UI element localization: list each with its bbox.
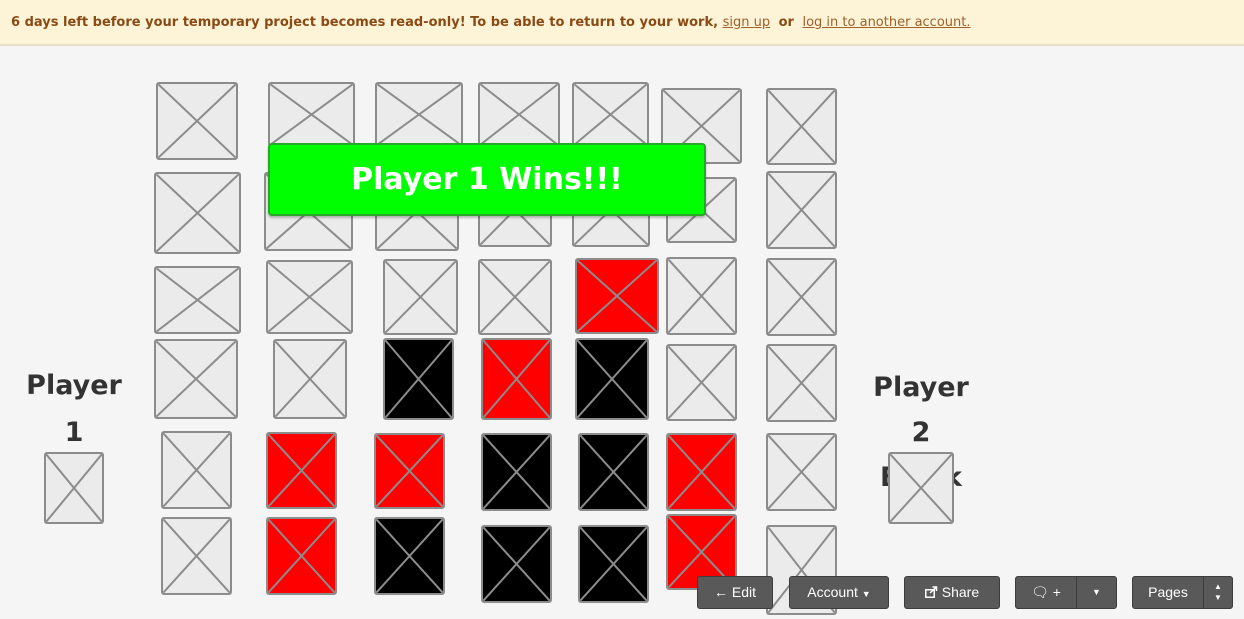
board-cell-r5-c2-red[interactable] [266, 432, 337, 509]
pages-button-group: Pages ▲ ▼ [1132, 576, 1233, 609]
comment-button-group: 🗨 + ▼ [1015, 576, 1117, 609]
board-cell-r1-c5-empty[interactable] [572, 82, 649, 147]
board-cell-r4-c2-empty[interactable] [273, 339, 347, 419]
board-cell-r1-c3-empty[interactable] [375, 82, 463, 147]
banner-or-text: or [778, 15, 794, 30]
chevron-up-icon: ▲ [1214, 582, 1222, 591]
chevron-down-icon: ▼ [1214, 593, 1222, 602]
read-only-warning-banner: 6 days left before your temporary projec… [0, 0, 1244, 46]
share-button-label: Share [941, 584, 980, 600]
board-cell-r3-c2-empty[interactable] [266, 260, 353, 334]
edit-button-label: Edit [731, 584, 756, 600]
caret-down-icon: ▼ [1092, 587, 1101, 597]
pages-button-label: Pages [1148, 584, 1188, 600]
add-comment-button[interactable]: 🗨 + [1016, 577, 1076, 608]
board-cell-r4-c6-empty[interactable] [666, 344, 737, 421]
board-cell-r4-c5-black[interactable] [575, 338, 649, 420]
board-cell-r6-c1-empty[interactable] [161, 517, 232, 595]
pages-stepper[interactable]: ▲ ▼ [1204, 577, 1232, 608]
board-cell-r3-c1-empty[interactable] [154, 266, 241, 334]
board-cell-r1-c4-empty[interactable] [478, 82, 560, 147]
board-cell-r1-c1-empty[interactable] [156, 82, 238, 160]
board-cell-r6-c3-black[interactable] [374, 517, 445, 595]
arrow-left-icon: ← [713, 584, 728, 600]
board-cell-r3-c7-empty[interactable] [766, 258, 837, 336]
board-cell-r1-c2-empty[interactable] [268, 82, 355, 147]
board-cell-r1-c7-empty[interactable] [766, 88, 837, 165]
board-cell-r3-c5-red[interactable] [575, 258, 659, 334]
board-cell-r4-c1-empty[interactable] [154, 339, 238, 419]
board-cell-r2-c1-empty[interactable] [154, 172, 241, 254]
board-cell-r5-c7-empty[interactable] [766, 433, 837, 511]
board-cell-r5-c3-red[interactable] [374, 433, 445, 509]
player2-piece-indicator [888, 452, 954, 524]
player2-name: Player 2 [873, 372, 969, 448]
edit-button[interactable]: ← Edit [697, 576, 773, 609]
board-cell-r4-c3-black[interactable] [383, 338, 454, 420]
board-cell-r3-c3-empty[interactable] [383, 259, 458, 335]
banner-message: 6 days left before your temporary projec… [11, 15, 719, 30]
player1-piece-indicator [44, 452, 104, 524]
caret-down-icon: ▼ [861, 589, 871, 599]
board-cell-r4-c7-empty[interactable] [766, 344, 837, 422]
board-cell-r5-c5-black[interactable] [578, 433, 649, 511]
sign-up-link[interactable]: sign up [723, 15, 771, 30]
pages-button[interactable]: Pages [1133, 577, 1203, 608]
share-button[interactable]: Share [904, 576, 1000, 609]
board-cell-r3-c6-empty[interactable] [666, 257, 737, 335]
win-message-banner: Player 1 Wins!!! [268, 143, 706, 216]
speech-bubble-icon: 🗨 [1031, 584, 1049, 600]
comment-options-dropdown[interactable]: ▼ [1077, 577, 1116, 608]
account-button-label: Account [807, 584, 858, 600]
board-cell-r6-c4-black[interactable] [481, 525, 552, 603]
account-button[interactable]: Account ▼ [789, 576, 889, 609]
board-cell-r4-c4-red[interactable] [481, 338, 552, 420]
board-cell-r6-c5-black[interactable] [578, 525, 649, 603]
player1-name: Player 1 [26, 370, 122, 448]
share-icon [924, 584, 942, 600]
board-cell-r6-c2-red[interactable] [266, 517, 337, 595]
board-cell-r5-c6-red[interactable] [666, 433, 737, 511]
board-cell-r2-c7-empty[interactable] [766, 171, 837, 249]
board-cell-r5-c4-black[interactable] [481, 433, 552, 511]
board-cell-r5-c1-empty[interactable] [161, 431, 232, 509]
board-cell-r3-c4-empty[interactable] [478, 259, 552, 335]
log-in-link[interactable]: log in to another account. [802, 15, 970, 30]
add-comment-label: + [1052, 584, 1061, 600]
